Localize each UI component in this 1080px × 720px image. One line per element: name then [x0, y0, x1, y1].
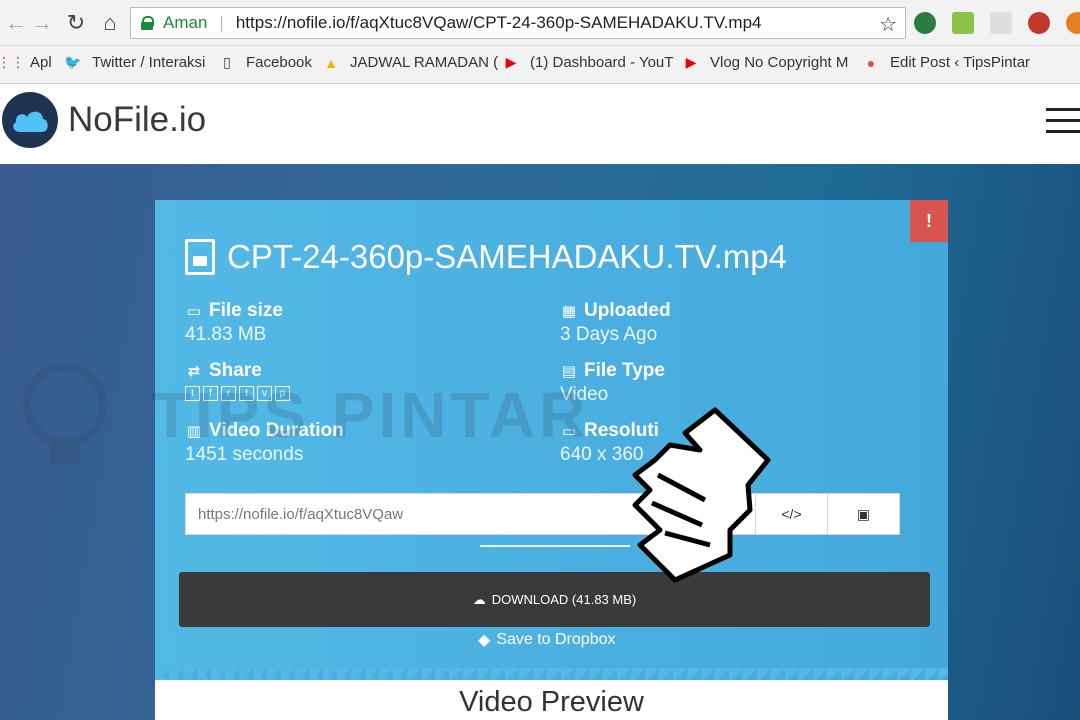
- blogger-icon: ●: [866, 54, 876, 71]
- extension-check-icon[interactable]: [952, 12, 974, 34]
- extension-page-icon[interactable]: [990, 12, 1012, 34]
- tips-pintar-watermark: TIPS PINTAR: [20, 360, 589, 480]
- watermark-text: TIPS PINTAR: [151, 378, 590, 451]
- bookmark-twitter[interactable]: 🐦 Twitter / Interaksi: [64, 54, 205, 71]
- youtube-icon: ▶: [505, 54, 517, 70]
- browser-toolbar: ← → ↻ ⌂ Aman | https://nofile.io/f/aqXtu…: [0, 0, 1080, 46]
- site-name[interactable]: NoFile.io: [68, 100, 206, 140]
- file-type-label: File Type: [584, 360, 665, 381]
- file-title-text: CPT-24-360p-SAMEHADAKU.TV.mp4: [227, 238, 787, 275]
- bookmark-label: Facebook: [246, 54, 312, 71]
- hand-pointer-cursor-icon: [630, 405, 780, 590]
- extension-avatar-icon[interactable]: [1028, 12, 1050, 34]
- hamburger-menu-icon[interactable]: [1046, 108, 1080, 136]
- twitter-icon: 🐦: [64, 54, 82, 70]
- extension-orange-icon[interactable]: [1066, 12, 1080, 34]
- secure-label: Aman: [163, 13, 208, 32]
- report-button[interactable]: !: [910, 200, 948, 242]
- copy-link-button[interactable]: ▣: [827, 494, 899, 534]
- extension-globe-icon[interactable]: [914, 12, 936, 34]
- bookmark-label: Twitter / Interaksi: [92, 54, 206, 71]
- bookmark-jadwal[interactable]: ▲ JADWAL RAMADAN (: [322, 54, 498, 71]
- lock-icon: [141, 16, 154, 30]
- cloud-download-icon: ☁: [472, 591, 486, 607]
- url-text[interactable]: https://nofile.io/f/aqXtuc8VQaw/CPT-24-3…: [236, 13, 762, 33]
- uploaded-value: 3 Days Ago: [560, 324, 658, 345]
- bookmark-star-icon[interactable]: ☆: [879, 12, 897, 37]
- site-header: NoFile.io: [0, 84, 1080, 164]
- download-button[interactable]: ☁ DOWNLOAD (41.83 MB): [179, 572, 930, 627]
- bookmark-apps[interactable]: ⋮⋮ Apl: [0, 54, 52, 71]
- page-icon: ▯: [223, 54, 231, 70]
- back-arrow-icon[interactable]: ←: [2, 9, 30, 37]
- hdd-icon: ▭: [186, 303, 202, 320]
- bookmark-edit-post[interactable]: ● Edit Post ‹ TipsPintar: [862, 54, 1030, 71]
- reload-icon[interactable]: ↻: [62, 9, 90, 37]
- cloud-logo-icon[interactable]: [2, 92, 58, 148]
- file-title: CPT-24-360p-SAMEHADAKU.TV.mp4: [185, 238, 787, 276]
- video-preview-heading: Video Preview: [459, 686, 644, 718]
- bookmark-youtube-dashboard[interactable]: ▶ (1) Dashboard - YouT: [502, 54, 674, 71]
- share-link-box: https://nofile.io/f/aqXtuc8VQaw </> ▣: [185, 493, 900, 535]
- video-file-icon: [185, 239, 215, 275]
- download-label: DOWNLOAD (41.83 MB): [491, 592, 637, 607]
- bookmark-label: Vlog No Copyright M: [710, 54, 849, 71]
- clipboard-icon: ▣: [856, 505, 871, 522]
- file-size-value: 41.83 MB: [185, 324, 267, 345]
- bookmark-label: (1) Dashboard - YouT: [530, 54, 674, 71]
- uploaded-label: Uploaded: [584, 300, 671, 321]
- file-size-label: File size: [209, 300, 283, 321]
- bookmarks-bar: ⋮⋮ Apl 🐦 Twitter / Interaksi ▯ Facebook …: [0, 46, 1080, 84]
- home-icon[interactable]: ⌂: [96, 9, 124, 37]
- address-separator: |: [219, 13, 224, 32]
- forward-arrow-icon[interactable]: →: [28, 9, 56, 37]
- bookmark-vlog[interactable]: ▶ Vlog No Copyright M: [682, 54, 849, 71]
- file-size-block: ▭ File size 41.83 MB: [185, 300, 283, 346]
- bookmark-label: Edit Post ‹ TipsPintar: [890, 54, 1031, 71]
- bookmark-facebook[interactable]: ▯ Facebook: [218, 54, 312, 71]
- video-preview-section: Video Preview: [155, 680, 948, 720]
- calendar-icon: ▦: [561, 303, 577, 320]
- youtube-icon: ▶: [685, 54, 697, 70]
- link-underline: [480, 545, 630, 547]
- dropbox-icon: ◆: [478, 632, 491, 649]
- bookmark-label: Apl: [30, 54, 52, 71]
- dropbox-label: Save to Dropbox: [496, 631, 616, 648]
- bookmark-label: JADWAL RAMADAN (: [350, 54, 499, 71]
- save-to-dropbox-link[interactable]: ◆ Save to Dropbox: [478, 630, 616, 650]
- address-bar[interactable]: Aman | https://nofile.io/f/aqXtuc8VQaw/C…: [130, 7, 906, 39]
- google-drive-icon: ▲: [324, 54, 338, 71]
- apps-grid-icon: ⋮⋮: [0, 54, 25, 70]
- uploaded-block: ▦ Uploaded 3 Days Ago: [560, 300, 671, 346]
